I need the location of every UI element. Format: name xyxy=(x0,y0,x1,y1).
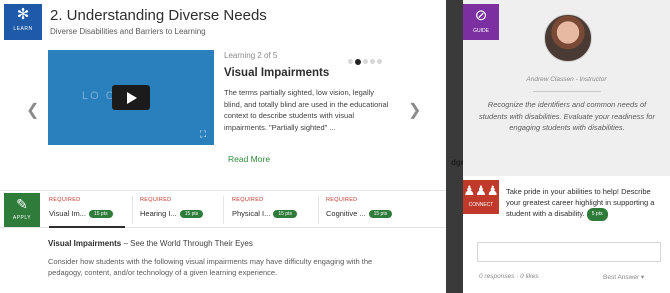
divider xyxy=(533,91,601,92)
guide-tile-label: GUIDE xyxy=(473,28,489,34)
compass-icon: ⊘ xyxy=(474,7,488,24)
learn-tile[interactable]: ✻ LEARN xyxy=(4,4,42,40)
read-more-link[interactable]: Read More xyxy=(228,154,270,164)
pencil-square-icon: ✎ xyxy=(16,196,28,212)
module-title: 2. Understanding Diverse Needs xyxy=(50,7,267,24)
requirement-tab-visual[interactable]: REQUIRED Visual Im... 15 pts xyxy=(49,197,125,228)
requirement-tab-hearing[interactable]: REQUIRED Hearing I... 15 pts xyxy=(140,197,218,225)
points-badge: 15 pts xyxy=(368,210,393,218)
chevron-left-icon[interactable]: ❮ xyxy=(26,100,39,120)
divider xyxy=(132,196,133,224)
activity-body: Consider how students with the following… xyxy=(48,257,373,277)
requirement-tab-physical[interactable]: REQUIRED Physical I... 15 pts xyxy=(232,197,312,225)
requirement-name: Visual Im... xyxy=(49,209,86,218)
group-icon: ♟♟♟ xyxy=(463,183,499,198)
play-button[interactable] xyxy=(112,85,150,110)
points-badge: 15 pts xyxy=(88,210,113,218)
response-stats: 0 responses · 0 likes xyxy=(479,273,539,280)
activity-heading-bold: Visual Impairments xyxy=(48,239,122,248)
sort-dropdown[interactable]: Best Answer ▾ xyxy=(603,273,644,281)
requirement-name: Cognitive ... xyxy=(326,209,366,218)
lesson-description: The terms partially sighted, low vision,… xyxy=(224,88,389,132)
apply-tile-label: APPLY xyxy=(12,215,32,221)
activity-heading-rest: – See the World Through Their Eyes xyxy=(121,239,253,248)
learning-panel xyxy=(0,0,446,293)
lesson-dots xyxy=(348,53,384,65)
learn-tile-label: LEARN xyxy=(13,26,33,32)
chevron-right-icon[interactable]: ❯ xyxy=(408,100,421,120)
requirement-label: REQUIRED xyxy=(232,197,264,203)
requirement-label: REQUIRED xyxy=(326,197,358,203)
requirement-name: Physical I... xyxy=(232,209,271,218)
points-badge: 5 pts xyxy=(586,208,608,221)
requirement-name: Hearing I... xyxy=(140,209,177,218)
points-badge: 15 pts xyxy=(273,210,297,218)
lesson-dot-active[interactable] xyxy=(355,58,361,65)
fullscreen-icon[interactable]: ⛶ xyxy=(198,129,208,139)
instructor-name: Andrew Classen - Instructor xyxy=(526,76,607,83)
lesson-heading: Visual Impairments xyxy=(224,67,330,79)
requirement-label: REQUIRED xyxy=(49,197,81,203)
apply-tile[interactable]: ✎ APPLY xyxy=(4,193,40,227)
divider xyxy=(223,196,224,224)
points-badge: 15 pts xyxy=(179,210,204,218)
play-icon xyxy=(127,92,137,104)
guide-tile[interactable]: ⊘ GUIDE xyxy=(463,4,499,40)
lesson-progress: Learning 2 of 5 xyxy=(224,51,278,60)
connect-prompt: Take pride in your abilities to help! De… xyxy=(506,186,664,221)
divider xyxy=(318,196,319,224)
connect-tile[interactable]: ♟♟♟ CONNECT xyxy=(463,180,499,214)
requirement-tab-cognitive[interactable]: REQUIRED Cognitive ... 15 pts xyxy=(326,197,416,225)
snowflake-icon: ✻ xyxy=(16,6,30,23)
guide-quote: Recognize the identifiers and common nee… xyxy=(479,100,655,132)
module-subtitle: Diverse Disabilities and Barriers to Lea… xyxy=(50,27,206,36)
connect-prompt-text: Take pride in your abilities to help! De… xyxy=(506,187,655,218)
instructor-avatar xyxy=(544,14,592,62)
requirement-label: REQUIRED xyxy=(140,197,172,203)
activity-heading: Visual Impairments – See the World Throu… xyxy=(48,239,253,248)
video-player[interactable]: LO ON ⛶ xyxy=(48,50,214,145)
connect-tile-label: CONNECT xyxy=(468,202,494,208)
reply-input[interactable] xyxy=(477,242,661,262)
